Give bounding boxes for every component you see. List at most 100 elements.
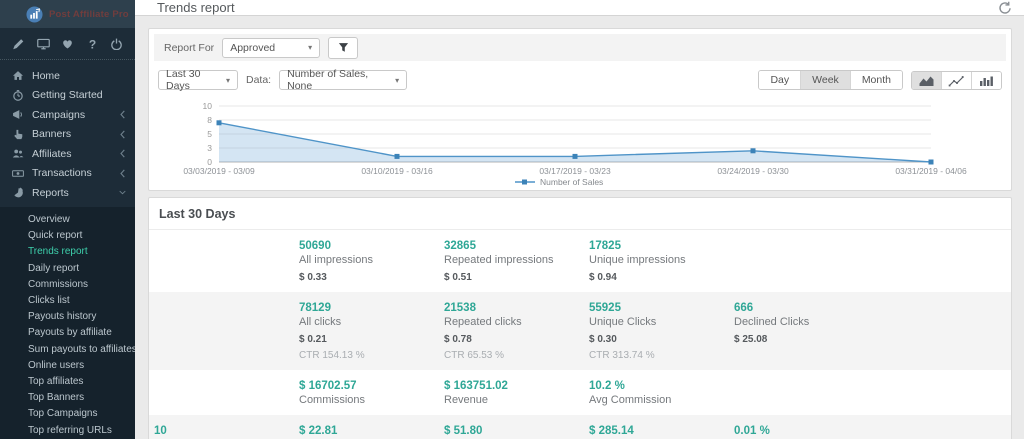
stat-cell-fixed-cost: $ 22.81Fixed Cost [299, 415, 444, 439]
stat-value: 0.01 % [734, 424, 873, 438]
stat-unit-cost: $ 0.78 [444, 334, 583, 346]
period-button-group: DayWeekMonth [758, 70, 903, 90]
sidebar-item-label: Banners [32, 128, 119, 140]
report-filter-bar: Report For Approved ▾ [154, 34, 1006, 61]
clock-icon [12, 90, 24, 101]
period-button-month[interactable]: Month [850, 71, 902, 89]
chevron-collapsed-icon [119, 149, 126, 158]
svg-text:8: 8 [207, 115, 212, 125]
svg-text:03/24/2019 - 03/30: 03/24/2019 - 03/30 [717, 166, 789, 176]
stat-value: $ 22.81 [299, 424, 438, 438]
main-area: Trends report Report For Approved ▾ Last… [135, 0, 1024, 439]
date-range-select[interactable]: Last 30 Days ▾ [158, 70, 238, 90]
submenu-item-payouts-by-affiliate[interactable]: Payouts by affiliate [0, 325, 135, 341]
sidebar-item-banners[interactable]: Banners [0, 125, 135, 145]
stat-unit-cost: $ 0.21 [299, 334, 438, 346]
pencil-icon[interactable] [12, 38, 25, 50]
heart-icon[interactable] [61, 38, 74, 50]
stat-value: 10.2 % [589, 379, 728, 393]
submenu-item-overview[interactable]: Overview [0, 212, 135, 228]
chart-type-button-line-chart[interactable] [941, 72, 971, 89]
stat-label: Commissions [299, 393, 438, 407]
help-icon[interactable]: ? [86, 38, 99, 50]
submenu-item-clicks-list[interactable]: Clicks list [0, 292, 135, 308]
sidebar-item-transactions[interactable]: Transactions [0, 164, 135, 184]
submenu-item-payouts-history[interactable]: Payouts history [0, 309, 135, 325]
stat-cell-sales: 10Sales [154, 415, 299, 439]
sidebar-item-label: Transactions [32, 167, 119, 179]
monitor-icon[interactable] [37, 38, 50, 50]
submenu-item-top-banners[interactable]: Top Banners [0, 390, 135, 406]
stat-unit-cost: $ 0.30 [589, 334, 728, 346]
filter-button[interactable] [328, 37, 358, 59]
stat-cell-avg-commission: 10.2 %Avg Commission [589, 370, 734, 415]
sidebar-item-label: Getting Started [32, 89, 126, 101]
stat-value: $ 51.80 [444, 424, 583, 438]
stat-value: $ 16702.57 [299, 379, 438, 393]
stats-card: Last 30 Days 50690All impressions$ 0.333… [148, 197, 1012, 439]
sidebar-item-getting-started[interactable]: Getting Started [0, 86, 135, 106]
refresh-icon[interactable] [998, 1, 1012, 15]
chart-type-button-bar-chart[interactable] [971, 72, 1001, 89]
stat-label: All clicks [299, 315, 438, 329]
data-series-select[interactable]: Number of Sales, None ▾ [279, 70, 407, 90]
submenu-item-top-affiliates[interactable]: Top affiliates [0, 373, 135, 389]
trends-chart: 10853003/03/2019 - 03/0903/10/2019 - 03/… [149, 94, 1011, 190]
stat-ctr: CTR 313.74 % [589, 350, 728, 362]
stats-rows: 50690All impressions$ 0.3332865Repeated … [149, 230, 1011, 439]
caret-down-icon: ▾ [385, 76, 399, 85]
sidebar-utility-toolbar: ? [0, 28, 135, 60]
sidebar-main-menu: Home Getting Started Campaigns Banners Affil… [0, 60, 135, 207]
stat-unit-cost: $ 0.33 [299, 272, 438, 284]
page-header: Trends report [135, 0, 1024, 16]
date-range-value: Last 30 Days [166, 68, 216, 92]
stat-unit-cost: $ 0.94 [589, 272, 728, 284]
caret-down-icon: ▾ [298, 43, 312, 52]
stat-cell-commission: $ 51.80Commissionavg $ 5.18 [444, 415, 589, 439]
megaphone-icon [12, 109, 24, 120]
svg-text:3: 3 [207, 143, 212, 153]
submenu-item-top-referring-urls[interactable]: Top referring URLs [0, 422, 135, 438]
svg-text:03/10/2019 - 03/16: 03/10/2019 - 03/16 [361, 166, 433, 176]
sidebar-item-home[interactable]: Home [0, 66, 135, 86]
stat-cell-all-clicks: 78129All clicks$ 0.21CTR 154.13 % [299, 292, 444, 370]
sidebar-reports-submenu: OverviewQuick reportTrends reportDaily r… [0, 207, 135, 439]
sidebar-header: Post Affiliate Pro [0, 0, 135, 28]
chart-controls-bar: Last 30 Days ▾ Data: Number of Sales, No… [149, 66, 1011, 94]
submenu-item-online-users[interactable]: Online users [0, 357, 135, 373]
submenu-item-quick-report[interactable]: Quick report [0, 228, 135, 244]
sidebar-item-affiliates[interactable]: Affiliates [0, 144, 135, 164]
stat-label: Unique Clicks [589, 315, 728, 329]
period-button-week[interactable]: Week [800, 71, 850, 89]
submenu-item-trends-report[interactable]: Trends report [0, 244, 135, 260]
period-button-day[interactable]: Day [759, 71, 800, 89]
chart-type-button-area-chart[interactable] [912, 72, 941, 89]
stat-cell-revenue: $ 285.14Revenueavg $ 28.51 [589, 415, 734, 439]
trends-chart-card: Report For Approved ▾ Last 30 Days ▾ Dat… [148, 28, 1012, 191]
stat-value: 10 [154, 424, 293, 438]
caret-down-icon: ▾ [216, 76, 230, 85]
stat-value: 55925 [589, 301, 728, 315]
stat-value: $ 163751.02 [444, 379, 583, 393]
stat-value: 50690 [299, 239, 438, 253]
power-icon[interactable] [110, 38, 123, 50]
funnel-icon [338, 42, 349, 53]
submenu-item-sum-payouts-to-affiliates[interactable]: Sum payouts to affiliates [0, 341, 135, 357]
stat-label: Repeated clicks [444, 315, 583, 329]
submenu-item-daily-report[interactable]: Daily report [0, 260, 135, 276]
sidebar-item-label: Reports [32, 187, 119, 199]
sidebar-item-campaigns[interactable]: Campaigns [0, 105, 135, 125]
stat-value: 17825 [589, 239, 728, 253]
bar-chart-icon [978, 75, 995, 87]
report-for-select[interactable]: Approved ▾ [222, 38, 320, 58]
hand-pointer-icon [12, 129, 24, 140]
submenu-item-top-campaigns[interactable]: Top Campaigns [0, 406, 135, 422]
stat-label: Declined Clicks [734, 315, 873, 329]
sidebar-item-reports[interactable]: Reports [0, 183, 135, 203]
chevron-collapsed-icon [119, 110, 126, 119]
submenu-item-commissions[interactable]: Commissions [0, 276, 135, 292]
line-chart-icon [948, 75, 965, 87]
stat-value: 21538 [444, 301, 583, 315]
stat-unit-cost: $ 25.08 [734, 334, 873, 346]
stats-row: 10Sales$ 22.81Fixed Cost$ 51.80Commissio… [149, 415, 1011, 439]
